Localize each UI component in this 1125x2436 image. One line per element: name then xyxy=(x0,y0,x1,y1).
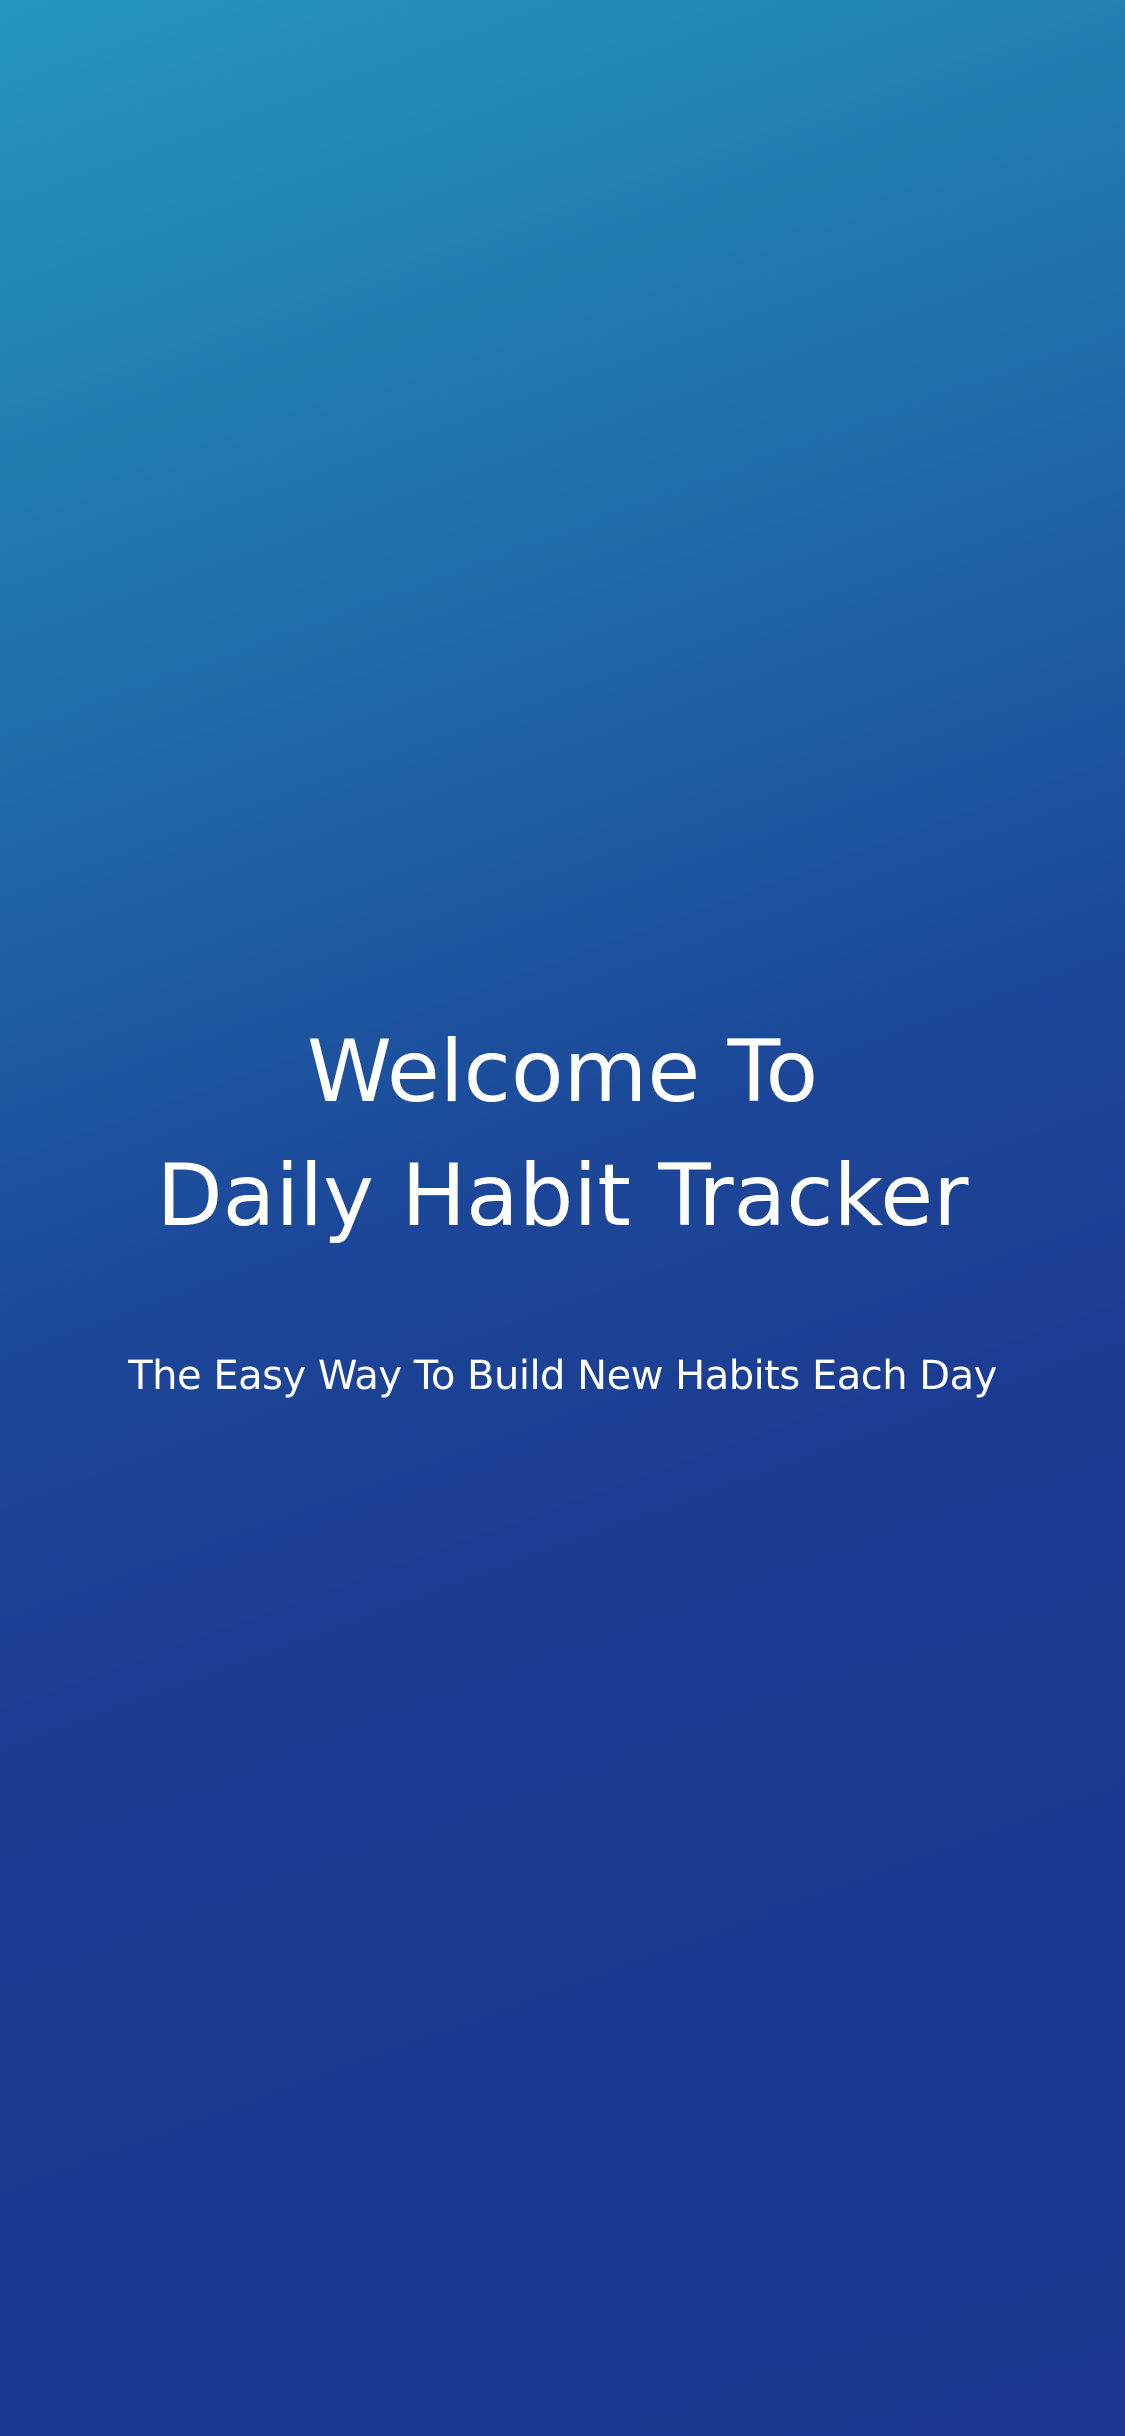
welcome-title: Welcome To Daily Habit Tracker xyxy=(0,1010,1125,1258)
title-line-1: Welcome To xyxy=(306,1022,819,1122)
welcome-subtitle: The Easy Way To Build New Habits Each Da… xyxy=(128,1353,997,1399)
title-line-2: Daily Habit Tracker xyxy=(156,1146,969,1246)
welcome-screen: Welcome To Daily Habit Tracker The Easy … xyxy=(0,0,1125,2436)
